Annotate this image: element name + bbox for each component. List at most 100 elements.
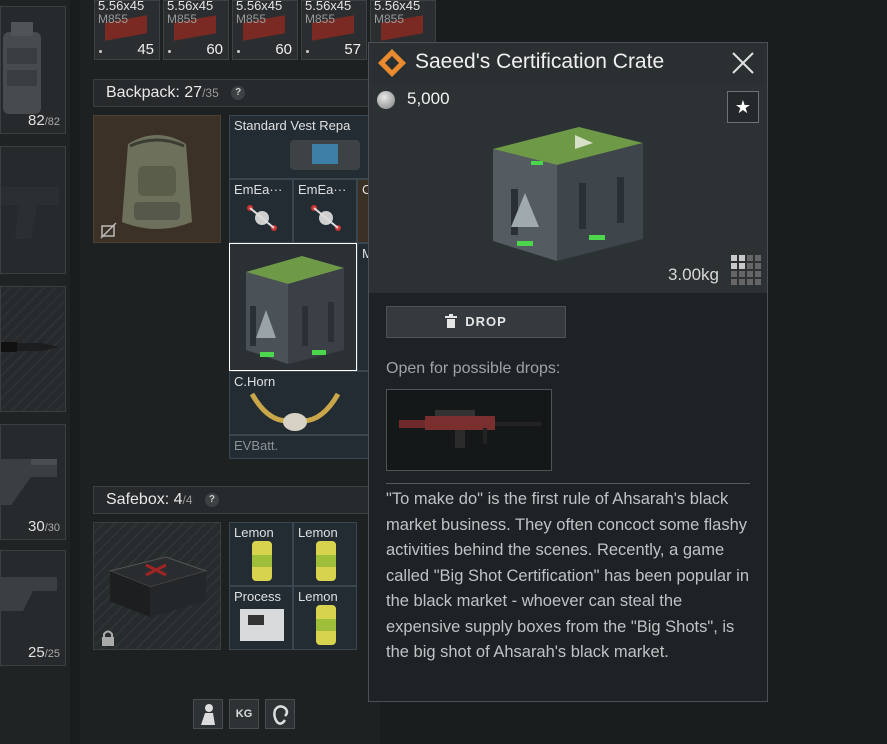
item-label: Lemon	[298, 589, 338, 604]
rifle-stock-icon	[1, 577, 57, 611]
crate-large-icon	[493, 127, 643, 261]
help-icon[interactable]: ?	[231, 86, 246, 100]
trash-icon	[445, 314, 458, 328]
item-label: Lemon	[298, 525, 338, 540]
ammo-quantity: 60	[275, 41, 292, 58]
character-icon[interactable]	[193, 699, 223, 729]
machine-gun-icon	[399, 410, 541, 448]
ammo-item[interactable]: 5.56x45 M855 57	[301, 0, 367, 60]
weight-kg-icon[interactable]: KG	[229, 699, 259, 729]
popup-title-bar: Saeed's Certification Crate	[369, 43, 767, 84]
ammo-item[interactable]: 5.56x45 M855 60	[232, 0, 298, 60]
backpack-item-c-horn[interactable]: C.Horn	[229, 371, 369, 435]
possible-drops-label: Open for possible drops:	[386, 360, 561, 377]
armor-slot[interactable]: 82/82	[0, 6, 66, 134]
knife-icon	[1, 342, 59, 352]
drop-label: DROP	[465, 314, 507, 329]
ammo-type: M855	[236, 12, 267, 26]
armor-durability: 82/82	[28, 112, 60, 129]
safebox-header: Safebox: 4/4 ?	[93, 486, 383, 514]
safebox-label: Safebox:	[106, 491, 170, 508]
divider	[386, 483, 750, 484]
circuit-icon	[311, 205, 341, 231]
processor-device-icon	[240, 609, 284, 641]
primary-weapon-slot[interactable]: 30/30	[0, 424, 66, 540]
primary-weapon-ammo: 30/30	[28, 518, 60, 535]
rifle-stock-icon	[1, 459, 57, 505]
ammo-caliber: 5.56x45	[98, 0, 145, 13]
item-label: Process	[234, 589, 281, 604]
backpack-count: 27	[184, 84, 203, 101]
secondary-weapon-slot[interactable]: 25/25	[0, 550, 66, 666]
ammo-quantity: 57	[344, 41, 361, 58]
melee-slot[interactable]	[0, 286, 66, 412]
horn-icon	[250, 392, 340, 431]
dot-icon	[306, 50, 309, 53]
ammo-quantity: 60	[206, 41, 223, 58]
kg-label: KG	[235, 708, 253, 720]
backpack-icon	[122, 135, 192, 229]
safebox-item-process[interactable]: Process	[229, 586, 293, 650]
drop-button[interactable]: DROP	[386, 306, 566, 338]
hearing-icon[interactable]	[265, 699, 295, 729]
repair-kit-icon	[290, 140, 360, 170]
safebox-item-lemon[interactable]: Lemon	[229, 522, 293, 586]
item-label: EVBatt.	[234, 438, 279, 453]
dot-icon	[168, 50, 171, 53]
safebox-capacity: /4	[182, 493, 193, 507]
coin-icon	[377, 91, 395, 109]
favorite-star-button[interactable]: ★	[727, 91, 759, 123]
dot-icon	[237, 50, 240, 53]
ammo-type: M855	[98, 12, 129, 26]
backpack-header: Backpack: 27/35 ?	[93, 79, 383, 107]
backpack-slot[interactable]	[93, 115, 221, 243]
backpack-capacity: /35	[202, 86, 219, 100]
circuit-icon	[247, 205, 277, 231]
can-icon	[252, 541, 272, 581]
backpack-item-certification-crate-selected[interactable]	[229, 243, 357, 371]
item-detail-popup: Saeed's Certification Crate 5,000 ★ 3.00…	[368, 42, 768, 702]
safebox-slot[interactable]	[93, 522, 221, 650]
armor-vest-icon	[3, 22, 41, 114]
safebox-item-lemon[interactable]: Lemon	[293, 586, 357, 650]
pistol-silhouette-icon	[1, 187, 59, 239]
crate-icon	[246, 256, 344, 364]
safebox-item-lemon[interactable]: Lemon	[293, 522, 357, 586]
ammo-caliber: 5.56x45	[305, 0, 352, 13]
item-description: "To make do" is the first rule of Ahsara…	[386, 490, 750, 661]
dot-icon	[99, 50, 102, 53]
popup-title: Saeed's Certification Crate	[415, 50, 665, 73]
possible-drop-item[interactable]	[386, 389, 552, 471]
ammo-quantity: 45	[137, 41, 154, 58]
item-weight: 3.00kg	[667, 265, 719, 284]
safebox-case-icon	[108, 556, 208, 617]
item-label: EmEa···	[234, 182, 283, 197]
ammo-item[interactable]: 5.56x45 M855 45	[94, 0, 160, 60]
close-icon[interactable]	[731, 51, 755, 75]
help-icon[interactable]: ?	[204, 493, 219, 507]
ear-icon	[273, 705, 289, 725]
item-label: Lemon	[234, 525, 274, 540]
backpack-item-evbatt[interactable]: EVBatt.	[229, 435, 369, 459]
backpack-item-emea[interactable]: EmEa···	[229, 179, 293, 243]
no-insure-icon	[100, 222, 117, 239]
rarity-diamond-icon	[378, 49, 406, 77]
pistol-slot[interactable]	[0, 146, 66, 274]
can-icon	[316, 541, 336, 581]
item-label: Standard Vest Repa	[234, 118, 351, 133]
backpack-item-emea[interactable]: EmEa···	[293, 179, 357, 243]
ammo-item[interactable]: 5.56x45 M855 60	[163, 0, 229, 60]
item-price: 5,000	[407, 89, 450, 108]
ammo-type: M855	[305, 12, 336, 26]
item-preview: 5,000 ★ 3.00kg	[369, 83, 767, 293]
backpack-item-vest-repair[interactable]: Standard Vest Repa	[229, 115, 369, 179]
secondary-weapon-ammo: 25/25	[28, 644, 60, 661]
grid-size-icon	[731, 255, 761, 285]
ammo-caliber: 5.56x45	[167, 0, 214, 13]
backpack-label: Backpack:	[106, 84, 180, 101]
item-label: EmEa···	[298, 182, 347, 197]
safebox-count: 4	[173, 491, 183, 508]
ammo-caliber: 5.56x45	[236, 0, 283, 13]
can-icon	[316, 605, 336, 645]
ammo-type: M855	[167, 12, 198, 26]
